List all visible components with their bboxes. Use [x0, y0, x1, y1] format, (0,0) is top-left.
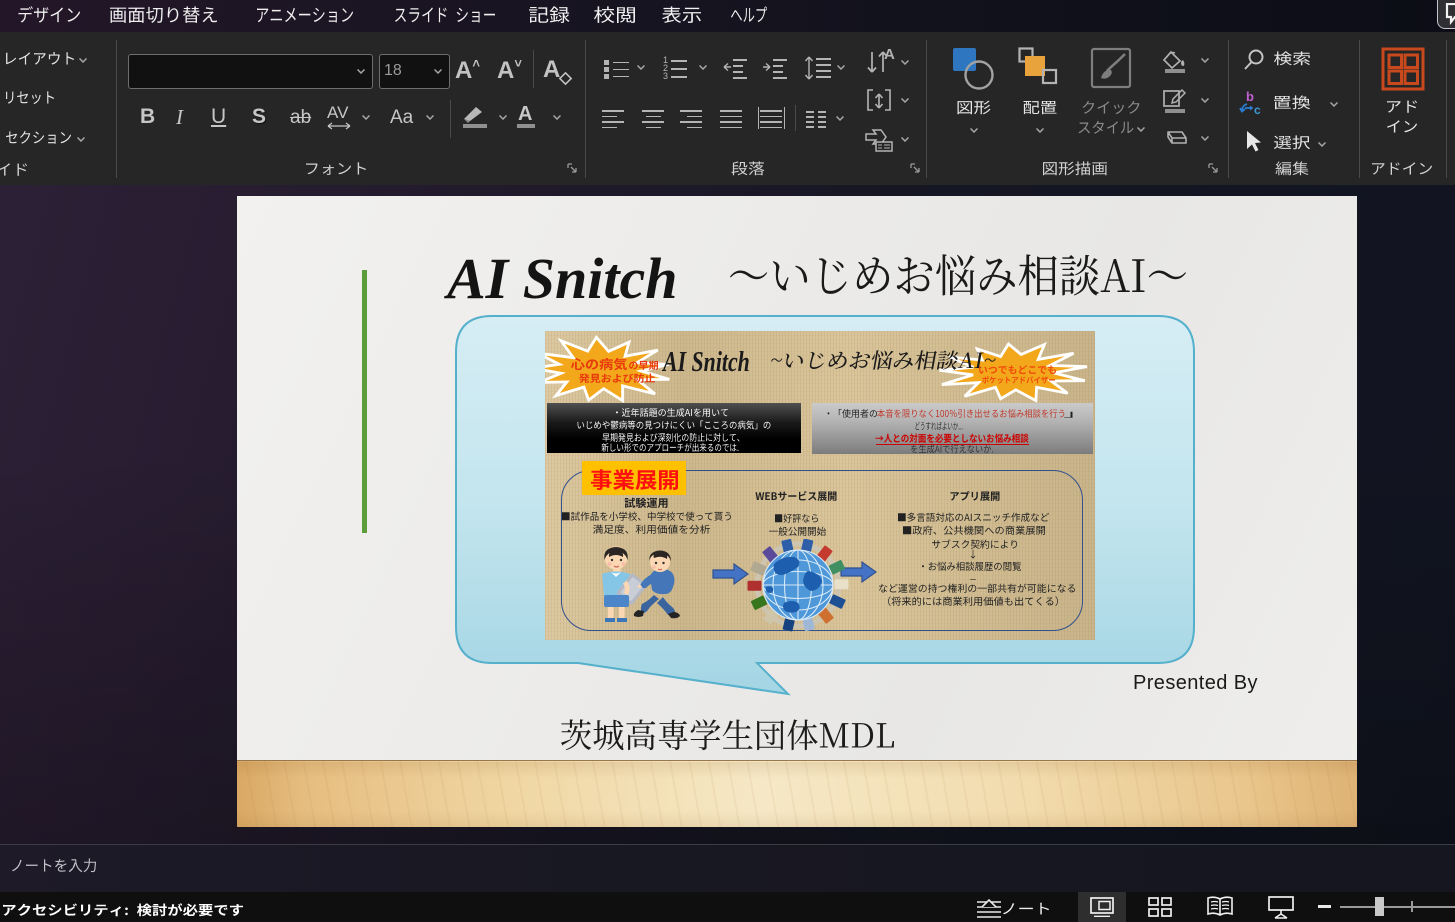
svg-text:b: b [1246, 89, 1254, 104]
svg-text:c: c [1254, 103, 1261, 117]
